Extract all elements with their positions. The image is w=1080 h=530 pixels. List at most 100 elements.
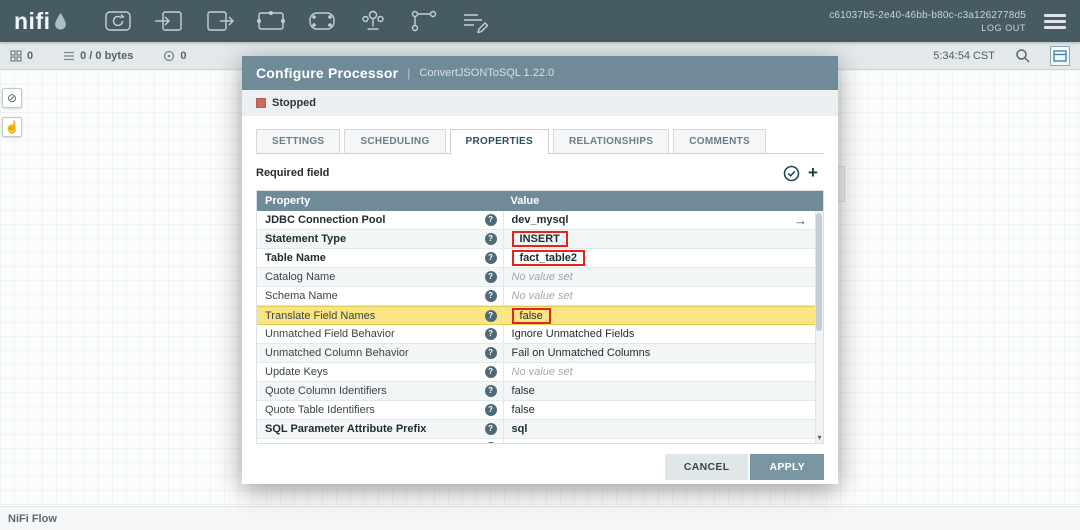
property-row-1[interactable]: JDBC Connection Pool? dev_mysql → <box>257 211 815 230</box>
help-icon[interactable]: ? <box>484 214 497 226</box>
tab-comments[interactable]: COMMENTS <box>673 129 767 153</box>
template-icon[interactable] <box>407 8 441 34</box>
app-header: nifi c61037b5-2e40-46bb-b80c-c3a1262778d… <box>0 0 1080 42</box>
list-icon <box>64 51 75 60</box>
dialog-title-separator: | <box>407 66 411 80</box>
property-value[interactable]: sql <box>502 420 815 438</box>
table-scrollbar[interactable]: ▾ <box>815 211 823 443</box>
cancel-button[interactable]: CANCEL <box>664 454 749 480</box>
hand-icon[interactable]: ☝ <box>2 117 22 137</box>
property-value[interactable]: Ignore Unmatched Fields <box>502 325 815 343</box>
property-row-7[interactable]: Unmatched Field Behavior? Ignore Unmatche… <box>257 325 815 344</box>
tab-scheduling[interactable]: SCHEDULING <box>344 129 446 153</box>
properties-table: Property Value JDBC Connection Pool? dev_… <box>256 190 824 444</box>
property-row-12[interactable]: SQL Parameter Attribute Prefix? sql <box>257 420 815 439</box>
property-row-10[interactable]: Quote Column Identifiers? false <box>257 382 815 401</box>
scrollbar-thumb[interactable] <box>816 213 822 331</box>
property-row-13[interactable]: Table Schema Cache Size?100 <box>257 439 815 443</box>
dialog-title: Configure Processor <box>256 65 399 81</box>
help-icon[interactable]: ? <box>484 233 497 245</box>
property-value[interactable]: Fail on Unmatched Columns <box>502 344 815 362</box>
property-value[interactable]: false <box>502 307 815 324</box>
property-name: Unmatched Field Behavior? <box>257 325 503 343</box>
property-value[interactable]: false <box>502 401 815 419</box>
processor-status: Stopped <box>272 97 316 109</box>
transmit-icon <box>164 50 175 61</box>
stopped-icon <box>256 98 266 108</box>
property-value[interactable]: No value set <box>502 363 815 381</box>
property-row-11[interactable]: Quote Table Identifiers? false <box>257 401 815 420</box>
property-value[interactable]: false <box>502 382 815 400</box>
last-refresh-time: 5:34:54 CST <box>933 49 995 62</box>
help-icon[interactable]: ? <box>484 328 497 340</box>
help-icon[interactable]: ? <box>484 290 497 302</box>
process-group-icon[interactable] <box>254 8 288 34</box>
session-id: c61037b5-2e40-46bb-b80c-c3a1262778d5 <box>829 9 1026 21</box>
verify-properties-icon <box>783 165 799 181</box>
help-icon[interactable]: ? <box>484 423 497 435</box>
annotation-highlight-box: fact_table2 <box>511 250 585 266</box>
property-value[interactable]: No value set <box>502 287 815 305</box>
queued-stat: 0 / 0 bytes <box>63 50 133 62</box>
add-property-button[interactable]: + <box>802 163 824 183</box>
help-icon[interactable]: ? <box>484 385 497 397</box>
go-to-service-icon[interactable]: → <box>794 213 807 228</box>
property-value[interactable]: 100 <box>502 439 815 443</box>
help-icon[interactable]: ? <box>484 271 497 283</box>
property-row-2[interactable]: Statement Type? INSERT <box>257 230 815 249</box>
property-row-6[interactable]: Translate Field Names? false <box>257 306 815 325</box>
help-icon[interactable]: ? <box>484 404 497 416</box>
value-column-header: Value <box>510 195 540 207</box>
breadcrumb[interactable]: NiFi Flow <box>8 513 57 525</box>
property-name: Unmatched Column Behavior? <box>257 344 503 362</box>
property-name: Table Name? <box>257 249 503 267</box>
property-row-4[interactable]: Catalog Name? No value set <box>257 268 815 287</box>
scroll-down-icon[interactable]: ▾ <box>816 434 823 442</box>
property-row-9[interactable]: Update Keys? No value set <box>257 363 815 382</box>
processor-icon[interactable] <box>101 8 135 34</box>
global-menu-icon[interactable] <box>1044 13 1066 29</box>
property-value[interactable]: INSERT <box>502 230 815 248</box>
property-column-header: Property <box>265 195 311 207</box>
apply-button[interactable]: APPLY <box>750 454 824 480</box>
dialog-header: Configure Processor | ConvertJSONToSQL 1… <box>242 56 838 90</box>
property-name: Quote Table Identifiers? <box>257 401 503 419</box>
property-value[interactable]: dev_mysql → <box>502 211 815 229</box>
property-row-3[interactable]: Table Name? fact_table2 <box>257 249 815 268</box>
remote-process-group-icon[interactable] <box>305 8 339 34</box>
bulletin-panel-icon <box>1053 49 1067 62</box>
help-icon[interactable]: ? <box>484 309 497 322</box>
search-button[interactable] <box>1015 48 1030 63</box>
property-value[interactable]: fact_table2 <box>502 249 815 267</box>
prohibit-icon[interactable]: ⊘ <box>2 88 22 108</box>
search-icon <box>1016 49 1030 63</box>
property-name: Translate Field Names? <box>257 307 503 324</box>
property-name: Statement Type? <box>257 230 503 248</box>
help-icon[interactable]: ? <box>484 442 497 443</box>
property-row-8[interactable]: Unmatched Column Behavior? Fail on Unmatc… <box>257 344 815 363</box>
output-port-icon[interactable] <box>203 8 237 34</box>
dialog-footer: CANCEL APPLY <box>242 444 838 492</box>
help-icon[interactable]: ? <box>484 252 497 264</box>
queued-count: 0 / 0 bytes <box>80 49 134 62</box>
property-name: Catalog Name? <box>257 268 503 286</box>
funnel-icon[interactable] <box>356 8 390 34</box>
help-icon[interactable]: ? <box>484 366 497 378</box>
property-value[interactable]: No value set <box>502 268 815 286</box>
property-name: SQL Parameter Attribute Prefix? <box>257 420 503 438</box>
verify-properties-button[interactable] <box>780 163 802 183</box>
property-row-5[interactable]: Schema Name? No value set <box>257 287 815 306</box>
logout-link[interactable]: LOG OUT <box>829 23 1026 33</box>
tab-relationships[interactable]: RELATIONSHIPS <box>553 129 670 153</box>
grid-icon <box>10 49 22 62</box>
bulletin-panel-button[interactable] <box>1050 45 1070 66</box>
help-icon[interactable]: ? <box>484 347 497 359</box>
canvas-side-toolbar: ⊘ ☝ <box>2 88 22 137</box>
tab-settings[interactable]: SETTINGS <box>256 129 341 153</box>
session-info: c61037b5-2e40-46bb-b80c-c3a1262778d5 LOG… <box>829 10 1026 33</box>
tab-properties[interactable]: PROPERTIES <box>449 129 549 154</box>
properties-table-header: Property Value <box>257 191 823 211</box>
label-icon[interactable] <box>458 8 492 34</box>
input-port-icon[interactable] <box>152 8 186 34</box>
property-name: Table Schema Cache Size? <box>257 439 503 443</box>
